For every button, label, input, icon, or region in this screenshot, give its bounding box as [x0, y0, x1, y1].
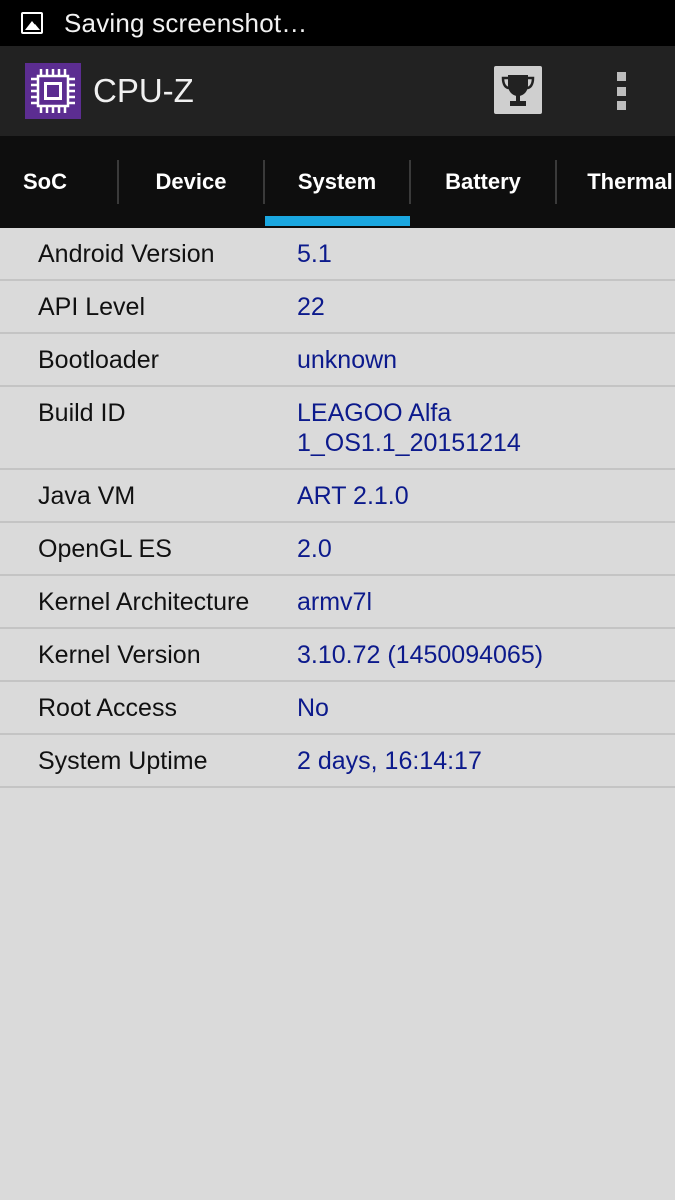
app-bar: CPU-Z — [0, 46, 675, 136]
list-item: Bootloader unknown — [0, 334, 675, 387]
tab-soc[interactable]: SoC — [0, 136, 118, 228]
row-label: System Uptime — [38, 747, 208, 775]
more-vertical-icon[interactable] — [606, 68, 636, 114]
notification-text: Saving screenshot… — [64, 7, 308, 38]
status-bar: Saving screenshot… — [0, 0, 675, 46]
list-item: Build ID LEAGOO Alfa 1_OS1.1_20151214 — [0, 387, 675, 470]
row-label: Root Access — [38, 694, 177, 722]
row-label: Bootloader — [38, 346, 159, 374]
row-label: API Level — [38, 293, 146, 321]
app-title: CPU-Z — [93, 72, 194, 109]
system-info-list: Android Version 5.1 API Level 22 Bootloa… — [0, 228, 675, 788]
list-item: System Uptime 2 days, 16:14:17 — [0, 735, 675, 788]
row-value: ART 2.1.0 — [297, 482, 409, 510]
row-value: 5.1 — [297, 240, 332, 268]
list-item: API Level 22 — [0, 281, 675, 334]
active-tab-indicator — [265, 216, 410, 226]
list-item: OpenGL ES 2.0 — [0, 523, 675, 576]
row-value: 2 days, 16:14:17 — [297, 747, 482, 775]
row-label: Kernel Architecture — [38, 588, 250, 616]
row-label: Java VM — [38, 482, 136, 510]
row-label: Build ID — [38, 399, 126, 427]
tab-device[interactable]: Device — [118, 136, 264, 228]
tab-system[interactable]: System — [264, 136, 410, 228]
row-value: armv7l — [297, 588, 373, 616]
trophy-button[interactable] — [494, 66, 542, 114]
image-icon — [21, 12, 43, 34]
list-item: Java VM ART 2.1.0 — [0, 470, 675, 523]
cpu-chip-icon — [25, 63, 81, 119]
tab-thermal[interactable]: Thermal — [557, 136, 675, 228]
row-value: No — [297, 694, 329, 722]
row-value: LEAGOO Alfa 1_OS1.1_20151214 — [297, 399, 521, 457]
list-item: Kernel Version 3.10.72 (1450094065) — [0, 629, 675, 682]
tab-bar: SoC Device System Battery Thermal — [0, 136, 675, 228]
row-value: 2.0 — [297, 535, 332, 563]
list-item: Android Version 5.1 — [0, 228, 675, 281]
trophy-icon — [501, 75, 535, 106]
row-value: 22 — [297, 293, 325, 321]
row-value: 3.10.72 (1450094065) — [297, 641, 544, 669]
row-label: Kernel Version — [38, 641, 201, 669]
row-label: OpenGL ES — [38, 535, 172, 563]
list-item: Kernel Architecture armv7l — [0, 576, 675, 629]
row-label: Android Version — [38, 240, 215, 268]
list-item: Root Access No — [0, 682, 675, 735]
row-value: unknown — [297, 346, 398, 374]
tab-battery[interactable]: Battery — [410, 136, 556, 228]
